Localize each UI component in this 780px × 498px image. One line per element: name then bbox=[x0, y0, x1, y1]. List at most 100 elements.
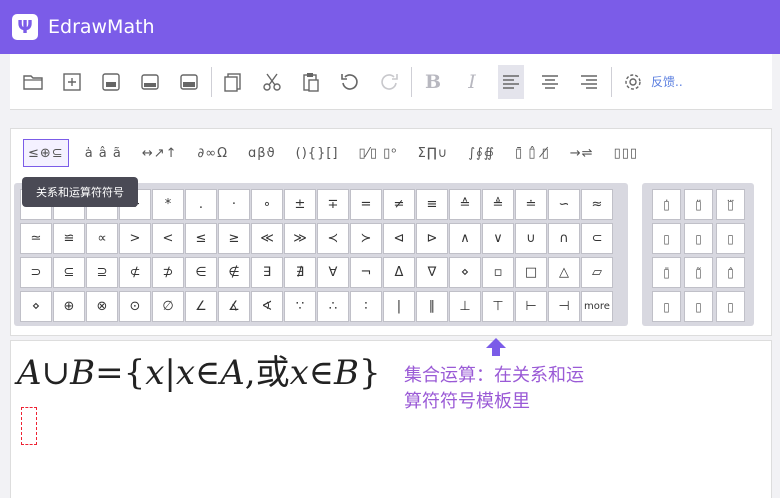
symbol-button[interactable]: ¬ bbox=[350, 257, 382, 288]
palette-tab[interactable]: ɑβϑ bbox=[244, 139, 280, 167]
symbol-button[interactable]: ± bbox=[284, 189, 316, 220]
redo-icon[interactable] bbox=[376, 69, 402, 95]
save-as-icon[interactable] bbox=[137, 69, 163, 95]
copy-icon[interactable] bbox=[220, 69, 246, 95]
paste-icon[interactable] bbox=[298, 69, 324, 95]
palette-tab[interactable]: Σ∏∪ bbox=[414, 139, 453, 167]
italic-button[interactable]: I bbox=[459, 69, 485, 95]
symbol-button[interactable]: ⊃ bbox=[20, 257, 52, 288]
symbol-button[interactable]: ⊅ bbox=[152, 257, 184, 288]
template-button[interactable]: ▯ bbox=[716, 291, 745, 322]
new-file-icon[interactable] bbox=[59, 69, 85, 95]
symbol-button[interactable]: ≃ bbox=[20, 223, 52, 254]
symbol-button[interactable]: ∅ bbox=[152, 291, 184, 322]
symbol-button[interactable]: ▱ bbox=[581, 257, 613, 288]
symbol-button[interactable]: ≌ bbox=[53, 223, 85, 254]
symbol-button[interactable]: ⋄ bbox=[449, 257, 481, 288]
symbol-button[interactable]: ∓ bbox=[317, 189, 349, 220]
template-button[interactable]: ▯ bbox=[684, 223, 713, 254]
symbol-button[interactable]: ⊢ bbox=[515, 291, 547, 322]
template-button[interactable]: ▯̂ bbox=[716, 257, 745, 288]
symbol-button[interactable]: ⊤ bbox=[482, 291, 514, 322]
palette-tab[interactable]: ȧ â ã bbox=[81, 139, 126, 167]
symbol-button[interactable]: ≻ bbox=[350, 223, 382, 254]
template-button[interactable]: ▯̈ bbox=[684, 189, 713, 220]
symbol-button[interactable]: ∩ bbox=[548, 223, 580, 254]
symbol-button[interactable]: > bbox=[119, 223, 151, 254]
symbol-button[interactable]: * bbox=[152, 189, 184, 220]
symbol-button[interactable]: ≐ bbox=[515, 189, 547, 220]
template-button[interactable]: ▯̃ bbox=[684, 257, 713, 288]
symbol-button[interactable]: ∽ bbox=[548, 189, 580, 220]
formula-editor[interactable]: A∪B={x|x∈A,或x∈B} bbox=[10, 340, 772, 498]
symbol-button[interactable]: ∴ bbox=[317, 291, 349, 322]
template-button[interactable]: ▯ bbox=[652, 291, 681, 322]
template-button[interactable]: ▯̇ bbox=[652, 189, 681, 220]
symbol-button[interactable]: △ bbox=[548, 257, 580, 288]
open-file-icon[interactable] bbox=[20, 69, 46, 95]
bold-button[interactable]: B bbox=[420, 69, 446, 95]
symbol-button[interactable]: = bbox=[350, 189, 382, 220]
align-center-button[interactable] bbox=[537, 69, 563, 95]
symbol-button[interactable]: ∈ bbox=[185, 257, 217, 288]
template-button[interactable]: ▯ bbox=[716, 223, 745, 254]
symbol-button[interactable]: ≫ bbox=[284, 223, 316, 254]
template-button[interactable]: ▯ bbox=[652, 223, 681, 254]
palette-tab[interactable]: ▯▯▯ bbox=[610, 139, 642, 167]
symbol-button[interactable]: ≠ bbox=[383, 189, 415, 220]
palette-tab[interactable]: ↔↗↑ bbox=[138, 139, 182, 167]
template-button[interactable]: ▯ bbox=[684, 291, 713, 322]
symbol-button[interactable]: ⊲ bbox=[383, 223, 415, 254]
symbol-button[interactable]: ∥ bbox=[416, 291, 448, 322]
symbol-button[interactable]: ≜ bbox=[482, 189, 514, 220]
symbol-button[interactable]: ≪ bbox=[251, 223, 283, 254]
symbol-button[interactable]: □ bbox=[515, 257, 547, 288]
symbol-button[interactable]: ∃ bbox=[251, 257, 283, 288]
template-button[interactable]: ▯̄ bbox=[652, 257, 681, 288]
palette-tab[interactable]: (){}[] bbox=[292, 139, 343, 167]
symbol-button[interactable]: ⊳ bbox=[416, 223, 448, 254]
palette-tab[interactable]: ▯̄ ▯̂ ▯̸ bbox=[511, 139, 554, 167]
symbol-button[interactable]: ⊙ bbox=[119, 291, 151, 322]
more-symbols-button[interactable]: more bbox=[581, 291, 613, 322]
symbol-button[interactable]: ≺ bbox=[317, 223, 349, 254]
symbol-button[interactable]: ≥ bbox=[218, 223, 250, 254]
align-right-button[interactable] bbox=[576, 69, 602, 95]
symbol-button[interactable]: ∨ bbox=[482, 223, 514, 254]
symbol-button[interactable]: ∢ bbox=[251, 291, 283, 322]
palette-tab[interactable]: ∫∮∯ bbox=[464, 139, 499, 167]
symbol-button[interactable]: ∉ bbox=[218, 257, 250, 288]
palette-tab[interactable]: →⇌ bbox=[566, 139, 598, 167]
symbol-button[interactable]: ∀ bbox=[317, 257, 349, 288]
export-icon[interactable] bbox=[176, 69, 202, 95]
symbol-button[interactable]: ∶ bbox=[350, 291, 382, 322]
undo-icon[interactable] bbox=[337, 69, 363, 95]
symbol-button[interactable]: ≡ bbox=[416, 189, 448, 220]
symbol-button[interactable]: ⊆ bbox=[53, 257, 85, 288]
symbol-button[interactable]: ⊣ bbox=[548, 291, 580, 322]
palette-tab[interactable]: ≤⊕⊆ bbox=[23, 139, 69, 167]
symbol-button[interactable]: ∧ bbox=[449, 223, 481, 254]
symbol-button[interactable]: ∝ bbox=[86, 223, 118, 254]
symbol-button[interactable]: ⊄ bbox=[119, 257, 151, 288]
symbol-button[interactable]: ▫ bbox=[482, 257, 514, 288]
symbol-button[interactable]: ⊕ bbox=[53, 291, 85, 322]
template-button[interactable]: ▯⃛ bbox=[716, 189, 745, 220]
palette-tab[interactable]: ▯⁄▯ ▯ᵒ bbox=[355, 139, 402, 167]
cut-icon[interactable] bbox=[259, 69, 285, 95]
save-icon[interactable] bbox=[98, 69, 124, 95]
symbol-button[interactable]: ∠ bbox=[185, 291, 217, 322]
symbol-button[interactable]: ∡ bbox=[218, 291, 250, 322]
symbol-button[interactable]: ≙ bbox=[449, 189, 481, 220]
symbol-button[interactable]: ∄ bbox=[284, 257, 316, 288]
symbol-button[interactable]: ∪ bbox=[515, 223, 547, 254]
symbol-button[interactable]: | bbox=[383, 291, 415, 322]
symbol-button[interactable]: Δ bbox=[383, 257, 415, 288]
symbol-button[interactable]: < bbox=[152, 223, 184, 254]
symbol-button[interactable]: . bbox=[185, 189, 217, 220]
symbol-button[interactable]: ∵ bbox=[284, 291, 316, 322]
align-left-button[interactable] bbox=[498, 64, 524, 99]
gear-icon[interactable] bbox=[620, 69, 646, 95]
symbol-button[interactable]: · bbox=[218, 189, 250, 220]
symbol-button[interactable]: ⊥ bbox=[449, 291, 481, 322]
